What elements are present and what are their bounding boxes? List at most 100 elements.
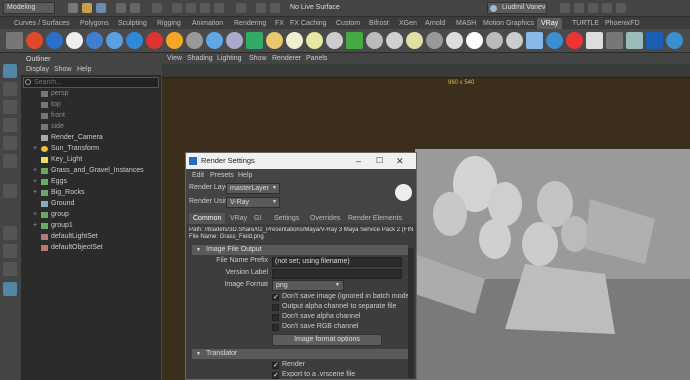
vray-globe-icon[interactable] xyxy=(546,32,563,49)
version-label-input[interactable] xyxy=(272,269,402,279)
vray-aerial-icon[interactable] xyxy=(466,32,483,49)
shelf-tab[interactable]: PhoenixFD xyxy=(601,18,644,29)
layout-four-icon[interactable] xyxy=(3,244,17,258)
layout-outliner-icon[interactable] xyxy=(3,282,17,296)
dont-save-rgb-checkbox[interactable] xyxy=(272,324,279,331)
rotate-tool-icon[interactable] xyxy=(3,136,17,150)
snap-view-icon[interactable] xyxy=(214,3,224,13)
vray-env-fog-icon[interactable] xyxy=(446,32,463,49)
vray-checker-icon[interactable] xyxy=(586,32,603,49)
outliner-item[interactable]: defaultObjectSet xyxy=(21,242,161,253)
tab-common[interactable]: Common xyxy=(189,213,226,224)
shelf-tab[interactable]: Sculpting xyxy=(114,18,151,29)
render-using-dropdown[interactable]: V-Ray ▼ xyxy=(226,197,280,208)
vray-sphere-icon[interactable] xyxy=(86,32,103,49)
section-image-file-output[interactable]: ▼ Image File Output xyxy=(192,245,408,255)
file-name-prefix-input[interactable]: (not set; using filename) xyxy=(272,257,402,267)
vray-bake-icon[interactable] xyxy=(606,32,623,49)
redo-icon[interactable] xyxy=(130,3,140,13)
shelf-tab[interactable]: Custom xyxy=(332,18,364,29)
vray-sky-icon[interactable] xyxy=(426,32,443,49)
outliner-search-input[interactable] xyxy=(23,77,159,88)
live-surface-label[interactable]: No Live Surface xyxy=(290,4,340,11)
vray-settings-icon[interactable] xyxy=(626,32,643,49)
last-tool-icon[interactable] xyxy=(3,184,17,198)
dont-save-image-checkbox[interactable] xyxy=(272,293,279,301)
expand-icon[interactable]: + xyxy=(33,143,37,154)
vray-blend-mtl-icon[interactable] xyxy=(126,32,143,49)
shelf-menu-icon[interactable] xyxy=(6,32,23,49)
expand-icon[interactable]: + xyxy=(33,165,37,176)
tab-vray[interactable]: VRay xyxy=(226,213,251,224)
shelf-tab-active[interactable]: VRay xyxy=(537,18,563,29)
shelf-tab[interactable]: Rigging xyxy=(153,18,185,29)
tool-settings-icon[interactable] xyxy=(602,3,612,13)
vray-help-icon[interactable] xyxy=(666,32,683,49)
modeling-toolkit-icon[interactable] xyxy=(574,3,584,13)
vray-car-paint-icon[interactable] xyxy=(146,32,163,49)
vray-displacement-icon[interactable] xyxy=(366,32,383,49)
viewport-menu-renderer[interactable]: Renderer xyxy=(272,54,301,64)
outliner-item[interactable]: + group1 xyxy=(21,220,161,231)
lasso-tool-icon[interactable] xyxy=(3,82,17,96)
outliner-item[interactable]: side xyxy=(21,121,161,132)
close-icon[interactable]: ✕ xyxy=(396,153,404,169)
viewport-menu-show[interactable]: Show xyxy=(249,54,267,64)
new-scene-icon[interactable] xyxy=(68,3,78,13)
outliner-item[interactable]: defaultLightSet xyxy=(21,231,161,242)
vray-frame-buffer-icon[interactable] xyxy=(566,32,583,49)
translator-render-checkbox[interactable] xyxy=(272,361,279,369)
vray-hair-mtl-icon[interactable] xyxy=(206,32,223,49)
snap-grid-icon[interactable] xyxy=(172,3,182,13)
shelf-tab[interactable]: FX Caching xyxy=(286,18,331,29)
shelf-tab[interactable]: Arnold xyxy=(421,18,449,29)
shelf-tab[interactable]: Bifrost xyxy=(365,18,393,29)
outliner-item[interactable]: + Grass_and_Gravel_Instances xyxy=(21,165,161,176)
outliner-menu-display[interactable]: Display xyxy=(26,65,49,75)
construction-history-icon[interactable] xyxy=(236,3,246,13)
vray-scene-icon[interactable] xyxy=(646,32,663,49)
tab-render-elements[interactable]: Render Elements xyxy=(344,213,406,224)
expand-icon[interactable]: + xyxy=(33,220,37,231)
paint-select-icon[interactable] xyxy=(3,100,17,114)
attribute-editor-icon[interactable] xyxy=(588,3,598,13)
export-vrscene-checkbox[interactable] xyxy=(272,371,279,379)
vray-light-dome-icon[interactable] xyxy=(306,32,323,49)
shelf-tab[interactable]: Motion Graphics xyxy=(479,18,538,29)
shelf-tab[interactable]: Curves / Surfaces xyxy=(10,18,74,29)
outliner-item[interactable]: Ground xyxy=(21,198,161,209)
snap-curve-icon[interactable] xyxy=(186,3,196,13)
undo-icon[interactable] xyxy=(116,3,126,13)
render-frame-icon[interactable] xyxy=(256,3,266,13)
shelf-tab[interactable]: Polygons xyxy=(76,18,113,29)
outliner-menu-show[interactable]: Show xyxy=(54,65,72,75)
alpha-separate-checkbox[interactable] xyxy=(272,304,279,311)
tab-settings[interactable]: Settings xyxy=(270,213,303,224)
shelf-tab[interactable]: XGen xyxy=(395,18,421,29)
vray-light-sphere-icon[interactable] xyxy=(286,32,303,49)
minimize-icon[interactable]: – xyxy=(356,153,361,169)
menu-set-dropdown[interactable]: Modeling xyxy=(3,2,55,14)
outliner-item[interactable]: + Sun_Transform xyxy=(21,143,161,154)
viewport-menu-panels[interactable]: Panels xyxy=(306,54,327,64)
vray-plane-icon[interactable] xyxy=(246,32,263,49)
outliner-item[interactable]: + group xyxy=(21,209,161,220)
shelf-tab[interactable]: TURTLE xyxy=(568,18,603,29)
layout-two-icon[interactable] xyxy=(3,262,17,276)
scrollbar[interactable] xyxy=(408,248,414,378)
outliner-item[interactable]: persp xyxy=(21,88,161,99)
vray-ipr-icon[interactable] xyxy=(46,32,63,49)
vray-light-ies-icon[interactable] xyxy=(326,32,343,49)
menu-presets[interactable]: Presets xyxy=(210,170,234,181)
select-tool-icon[interactable] xyxy=(3,64,17,78)
vray-sun-icon[interactable] xyxy=(406,32,423,49)
vray-logo-icon[interactable] xyxy=(66,32,83,49)
shelf-tab[interactable]: Animation xyxy=(188,18,227,29)
menu-edit[interactable]: Edit xyxy=(192,170,204,181)
outliner-item[interactable]: + Big_Rocks xyxy=(21,187,161,198)
select-mode-icon[interactable] xyxy=(152,3,162,13)
vray-fur-icon[interactable] xyxy=(346,32,363,49)
snap-point-icon[interactable] xyxy=(200,3,210,13)
outliner-menu-help[interactable]: Help xyxy=(77,65,91,75)
shelf-tab[interactable]: MASH xyxy=(452,18,480,29)
